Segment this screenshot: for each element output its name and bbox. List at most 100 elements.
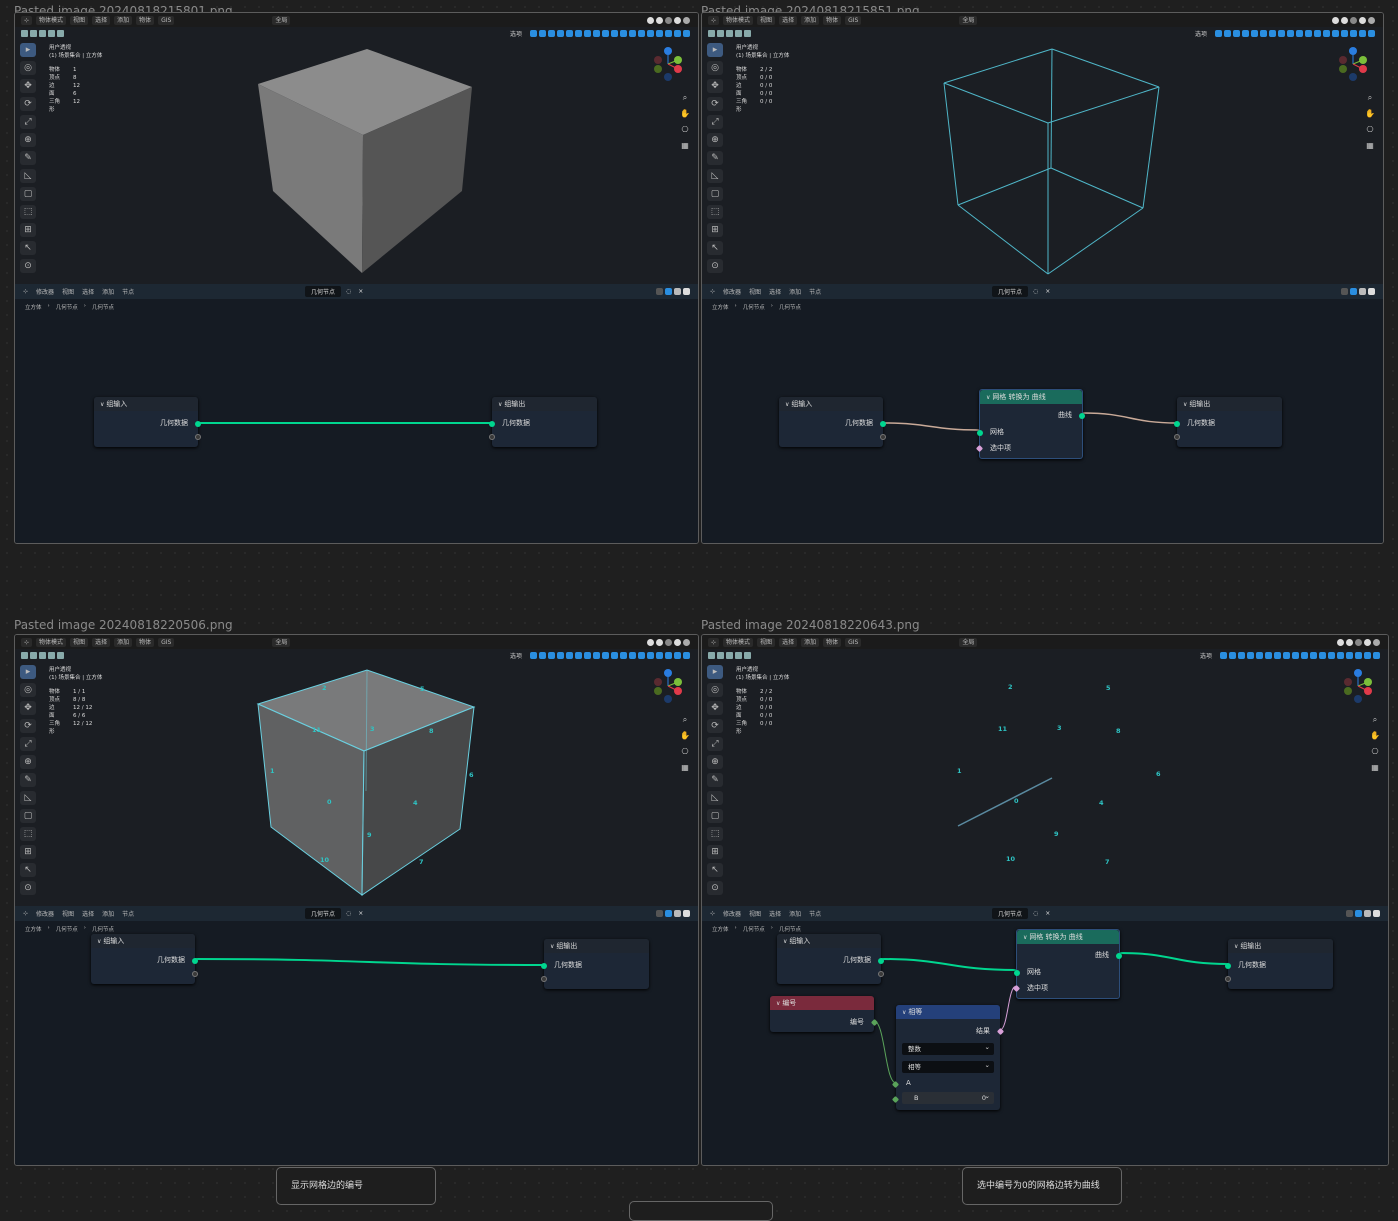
tool-button[interactable]: ⊙	[20, 881, 36, 895]
tool-button[interactable]: ⊕	[707, 755, 723, 769]
selection-mode-icon[interactable]	[708, 30, 715, 37]
tool-button[interactable]: ⟳	[707, 719, 723, 733]
tool-button[interactable]: ⊞	[20, 223, 36, 237]
tool-button[interactable]: ⊙	[707, 881, 723, 895]
group-output-node[interactable]: 组输出几何数据	[1225, 939, 1333, 989]
editor-type-dropdown[interactable]: 修改器	[34, 287, 56, 296]
shading-mode-icon[interactable]	[683, 638, 690, 646]
tool-button[interactable]: ⤢	[707, 115, 723, 129]
shading-mode-icon[interactable]	[1368, 16, 1375, 24]
selection-mode-icon[interactable]	[744, 652, 751, 659]
node-menu-item[interactable]: 选择	[80, 287, 96, 296]
breadcrumb-item[interactable]: 立方体	[25, 303, 42, 311]
selection-mode-icon[interactable]	[21, 30, 28, 37]
object-type-visibility-icon[interactable]	[674, 30, 681, 37]
object-type-visibility-icon[interactable]	[1220, 652, 1227, 659]
group-output-node[interactable]: 组输出几何数据	[489, 397, 597, 447]
tool-button[interactable]: ⤢	[707, 737, 723, 751]
tool-button[interactable]: ⊕	[707, 133, 723, 147]
view-nav-icon[interactable]: ▦	[1370, 763, 1380, 773]
tool-button[interactable]: ▸	[20, 665, 36, 679]
node-menu-item[interactable]: 视图	[747, 287, 763, 296]
header-icon[interactable]	[683, 910, 690, 917]
node-menu-item[interactable]: 节点	[807, 909, 823, 918]
navigation-gizmo[interactable]	[1340, 668, 1376, 704]
options-dropdown[interactable]: 选项	[1195, 29, 1207, 38]
mode-dropdown[interactable]: 物体模式	[723, 15, 754, 25]
geometry-output-socket[interactable]	[195, 421, 201, 427]
selection-mode-icon[interactable]	[57, 652, 64, 659]
header-icon[interactable]	[665, 910, 672, 917]
navigation-gizmo[interactable]	[1335, 46, 1371, 82]
fake-user-icon[interactable]: ◌	[344, 910, 353, 917]
header-icon[interactable]	[656, 288, 663, 295]
3d-viewport[interactable]	[15, 13, 698, 284]
selection-mode-icon[interactable]	[735, 652, 742, 659]
object-type-visibility-icon[interactable]	[1269, 30, 1276, 37]
object-type-visibility-icon[interactable]	[539, 652, 546, 659]
viewport-menu-item[interactable]: 视图	[757, 637, 776, 647]
header-icon[interactable]	[674, 910, 681, 917]
object-type-visibility-icon[interactable]	[1332, 30, 1339, 37]
object-type-visibility-icon[interactable]	[674, 652, 681, 659]
group-output-node[interactable]: 组输出几何数据	[1174, 397, 1282, 447]
mode-dropdown[interactable]: 物体模式	[36, 15, 67, 25]
mesh-input-socket[interactable]	[1014, 970, 1020, 976]
selection-mode-icon[interactable]	[708, 652, 715, 659]
object-type-visibility-icon[interactable]	[638, 30, 645, 37]
object-type-visibility-icon[interactable]	[665, 30, 672, 37]
tool-button[interactable]: ▢	[707, 187, 723, 201]
geometry-input-socket[interactable]	[1225, 963, 1231, 969]
group-output-node[interactable]: 组输出几何数据	[541, 939, 649, 989]
view-nav-icon[interactable]: ▦	[680, 141, 690, 151]
empty-socket[interactable]	[195, 434, 201, 440]
node-header[interactable]: 组输入	[94, 397, 198, 411]
3d-viewport[interactable]	[15, 635, 698, 906]
tool-button[interactable]: ⤢	[20, 115, 36, 129]
object-type-visibility-icon[interactable]	[611, 652, 618, 659]
node-header[interactable]: 组输入	[91, 934, 195, 948]
object-type-visibility-icon[interactable]	[1224, 30, 1231, 37]
node-menu-item[interactable]: 添加	[100, 909, 116, 918]
tool-button[interactable]: ⊞	[20, 845, 36, 859]
node-menu-item[interactable]: 添加	[100, 287, 116, 296]
group-input-node[interactable]: 组输入几何数据	[777, 934, 884, 984]
group-input-node[interactable]: 组输入几何数据	[779, 397, 886, 447]
object-type-visibility-icon[interactable]	[566, 652, 573, 659]
object-type-visibility-icon[interactable]	[1328, 652, 1335, 659]
geometry-output-socket[interactable]	[880, 421, 886, 427]
empty-socket[interactable]	[1174, 434, 1180, 440]
editor-type-button[interactable]: ⊹	[21, 288, 30, 295]
view-nav-icon[interactable]: ✋	[1370, 731, 1380, 741]
shading-mode-icon[interactable]	[665, 638, 672, 646]
node-tree-name[interactable]: 几何节点	[992, 908, 1029, 919]
index-node[interactable]: 编号编号	[770, 996, 879, 1032]
view-nav-icon[interactable]: ⌕	[1365, 93, 1375, 103]
object-type-visibility-icon[interactable]	[557, 652, 564, 659]
viewport-menu-item[interactable]: 选择	[779, 15, 798, 25]
node-menu-item[interactable]: 节点	[120, 909, 136, 918]
object-type-visibility-icon[interactable]	[557, 30, 564, 37]
tool-button[interactable]: ⊞	[707, 223, 723, 237]
tool-button[interactable]: ▸	[20, 43, 36, 57]
tool-button[interactable]: ⬚	[707, 205, 723, 219]
object-type-visibility-icon[interactable]	[593, 652, 600, 659]
node-header[interactable]: 组输出	[492, 397, 597, 411]
header-icon[interactable]	[1341, 288, 1348, 295]
viewport-menu-item[interactable]: 物体	[823, 637, 842, 647]
object-type-visibility-icon[interactable]	[539, 30, 546, 37]
view-nav-icon[interactable]: ✋	[680, 731, 690, 741]
geometry-output-socket[interactable]	[192, 958, 198, 964]
object-type-visibility-icon[interactable]	[530, 30, 537, 37]
node-tree-name[interactable]: 几何节点	[305, 286, 342, 297]
tool-button[interactable]: ✥	[707, 79, 723, 93]
transform-orientation-dropdown[interactable]: 全局	[272, 15, 291, 25]
a-input-socket[interactable]	[891, 1080, 900, 1089]
transform-orientation-dropdown[interactable]: 全局	[959, 637, 978, 647]
breadcrumb-item[interactable]: 几何节点	[56, 925, 78, 933]
viewport-menu-item[interactable]: GIS	[845, 637, 862, 647]
tool-button[interactable]: ⟳	[707, 97, 723, 111]
viewport-menu-item[interactable]: 添加	[114, 637, 133, 647]
breadcrumb-item[interactable]: 几何节点	[92, 303, 114, 311]
object-type-visibility-icon[interactable]	[1314, 30, 1321, 37]
